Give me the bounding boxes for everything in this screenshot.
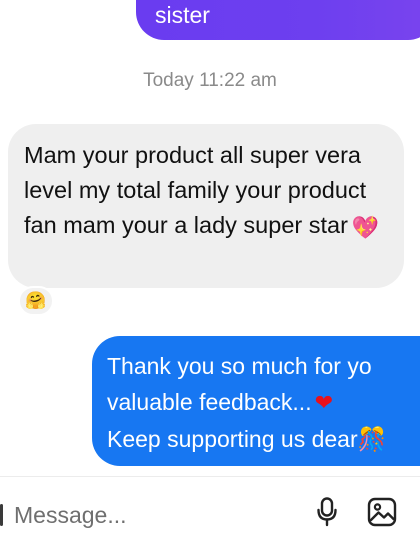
microphone-icon bbox=[316, 497, 338, 527]
gallery-button[interactable] bbox=[366, 494, 398, 530]
outgoing-message-bubble[interactable]: Thank you so much for yo valuable feedba… bbox=[92, 336, 420, 466]
message-reaction-badge[interactable]: 🤗 bbox=[18, 286, 54, 316]
image-gallery-icon bbox=[367, 497, 397, 527]
outgoing-message-line: Thank you so much for yo bbox=[107, 353, 372, 379]
heart-gift-emoji-icon: 💖 bbox=[351, 215, 380, 240]
microphone-button[interactable] bbox=[311, 494, 343, 530]
message-timestamp: Today 11:22 am bbox=[143, 70, 277, 91]
confetti-emoji-icon: 🎊 bbox=[357, 426, 387, 452]
incoming-message-bubble[interactable]: Mam your product all super vera level my… bbox=[8, 124, 404, 288]
outgoing-message-bubble-top[interactable]: sister bbox=[136, 0, 420, 40]
incoming-message-text: Mam your product all super vera level my… bbox=[24, 142, 367, 238]
outgoing-message-text: sister bbox=[155, 2, 210, 28]
outgoing-message-line: valuable feedback... bbox=[107, 389, 312, 415]
outgoing-message-line-with-emoji: Keep supporting us dear🎊 bbox=[107, 421, 420, 457]
composer-divider bbox=[0, 476, 420, 477]
red-heart-emoji-icon: ❤ bbox=[314, 390, 334, 415]
outgoing-message-line-with-heart: valuable feedback... ❤ bbox=[107, 384, 420, 421]
outgoing-message-line: Keep supporting us dear bbox=[107, 426, 358, 452]
message-input[interactable] bbox=[12, 494, 296, 536]
chat-screen: sister Today 11:22 am Mam your product a… bbox=[0, 0, 420, 560]
composer-accent bbox=[0, 504, 3, 526]
hug-emoji-icon: 🤗 bbox=[25, 291, 47, 310]
